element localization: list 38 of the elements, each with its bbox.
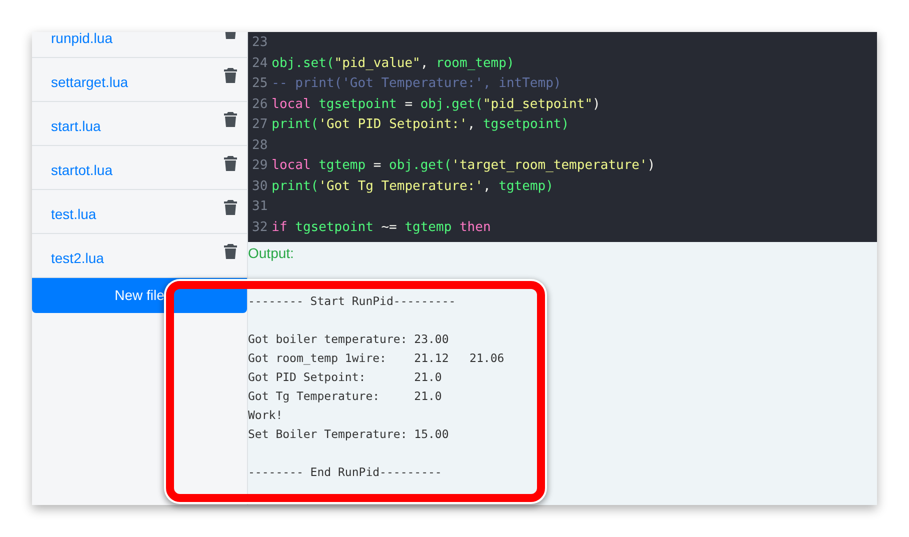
line-number: 24 — [251, 54, 269, 72]
file-link[interactable]: settarget.lua — [51, 72, 128, 93]
code-line: local tgsetpoint = obj.get("pid_setpoint") — [272, 96, 600, 114]
code-line: local tgtemp = obj.get('target_room_temperature') — [272, 157, 656, 175]
line-number: 26 — [251, 96, 269, 114]
output-line: Got PID Setpoint: 21.0 — [248, 370, 442, 384]
output-line: Work! — [248, 408, 283, 422]
file-link[interactable]: runpid.lua — [51, 32, 112, 49]
file-link[interactable]: start.lua — [51, 116, 101, 137]
code-editor[interactable] — [248, 32, 877, 242]
output-line: Got boiler temperature: 23.00 — [248, 332, 449, 346]
output-label: Output: — [248, 244, 294, 263]
line-number: 32 — [251, 218, 269, 236]
line-number: 27 — [251, 116, 269, 134]
trash-icon[interactable] — [224, 200, 237, 215]
trash-icon[interactable] — [224, 112, 237, 127]
line-number: 31 — [251, 198, 269, 216]
file-link[interactable]: test.lua — [51, 204, 96, 225]
file-link[interactable]: startot.lua — [51, 160, 112, 181]
file-link[interactable]: test2.lua — [51, 248, 104, 269]
code-line: print('Got Tg Temperature:', tgtemp) — [272, 178, 554, 196]
output-line: Set Boiler Temperature: 15.00 — [248, 427, 449, 441]
line-number: 29 — [251, 157, 269, 175]
output-line: Got Tg Temperature: 21.0 — [248, 389, 442, 403]
line-number: 25 — [251, 75, 269, 93]
line-number: 23 — [251, 34, 269, 52]
code-line: -- print('Got Temperature:', intTemp) — [272, 75, 562, 93]
line-number: 28 — [251, 136, 269, 154]
output-line: -------- End RunPid--------- — [248, 465, 442, 479]
trash-icon[interactable] — [224, 68, 237, 83]
output-line: Got room_temp 1wire: 21.12 21.06 — [248, 351, 504, 365]
trash-icon[interactable] — [224, 244, 237, 259]
code-line: obj.set("pid_value", room_temp) — [272, 54, 514, 72]
output-line: -------- Start RunPid--------- — [248, 294, 456, 308]
line-number: 30 — [251, 178, 269, 196]
trash-icon[interactable] — [224, 156, 237, 171]
code-line: if tgsetpoint ~= tgtemp then — [272, 218, 491, 236]
code-line: print('Got PID Setpoint:', tgsetpoint) — [272, 116, 570, 134]
